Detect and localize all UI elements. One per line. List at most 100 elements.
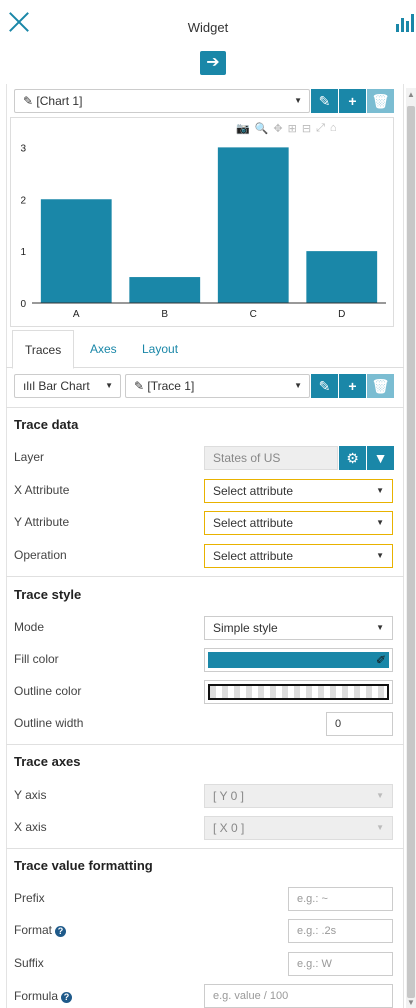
operation-select[interactable]: Select attribute ▼ xyxy=(204,544,393,568)
formula-label-text: Formula xyxy=(14,989,59,1003)
suffix-input[interactable]: e.g.: W xyxy=(288,952,393,976)
y-axis-label: Y axis xyxy=(14,788,47,802)
y-attribute-label: Y Attribute xyxy=(14,515,70,529)
delete-chart-button[interactable]: 🗑 xyxy=(367,89,394,113)
x-attribute-value: Select attribute xyxy=(213,484,294,498)
y-tick-label: 0 xyxy=(20,299,26,310)
bar xyxy=(129,277,201,303)
formula-label: Formula? xyxy=(14,989,73,1003)
page-title: Widget xyxy=(187,20,229,35)
plus-icon: + xyxy=(348,378,357,394)
tab-bar: Traces Axes Layout xyxy=(6,330,404,369)
trash-icon: 🗑 xyxy=(371,378,390,394)
tab-axes[interactable]: Axes xyxy=(78,330,129,368)
bar xyxy=(306,251,378,303)
delete-trace-button[interactable]: 🗑 xyxy=(367,374,394,398)
section-title-trace-style: Trace style xyxy=(14,587,82,602)
edit-trace-button[interactable]: ✎ xyxy=(311,374,338,398)
scroll-up-icon[interactable]: ▲ xyxy=(407,90,415,99)
bar-chart-icon[interactable] xyxy=(396,14,414,32)
format-label: Format? xyxy=(14,923,67,937)
x-tick-label: A xyxy=(73,309,80,320)
trace-type-value: Bar Chart xyxy=(38,379,90,393)
x-tick-label: B xyxy=(161,309,168,320)
add-trace-button[interactable]: + xyxy=(339,374,366,398)
mode-select[interactable]: Simple style ▼ xyxy=(204,616,393,640)
y-tick-label: 3 xyxy=(20,143,26,154)
outline-color-picker[interactable] xyxy=(204,680,393,704)
divider xyxy=(6,576,404,577)
pencil-icon: ✎ xyxy=(23,94,37,108)
pencil-icon: ✎ xyxy=(134,379,148,393)
fill-color-picker[interactable]: ✐ xyxy=(204,648,393,672)
bar-chart-icon: ılıl xyxy=(23,379,35,393)
bar-chart: 0 1 2 3 A B C D xyxy=(20,143,386,320)
chevron-down-icon: ▼ xyxy=(376,623,384,632)
x-attribute-select[interactable]: Select attribute ▼ xyxy=(204,479,393,503)
fill-color-swatch: ✐ xyxy=(208,652,389,668)
apply-arrow-button[interactable]: ➔ xyxy=(200,51,226,75)
layer-field: States of US xyxy=(204,446,338,470)
format-label-text: Format xyxy=(14,923,53,937)
divider xyxy=(6,848,404,849)
bar xyxy=(217,147,289,303)
pencil-icon: ✎ xyxy=(318,378,331,394)
y-attribute-select[interactable]: Select attribute ▼ xyxy=(204,511,393,535)
chevron-down-icon: ▼ xyxy=(294,96,302,105)
prefix-input[interactable]: e.g.: ~ xyxy=(288,887,393,911)
mode-label: Mode xyxy=(14,620,45,634)
operation-value: Select attribute xyxy=(213,549,294,563)
filter-icon: ▼ xyxy=(373,450,388,466)
section-title-trace-data: Trace data xyxy=(14,417,79,432)
chevron-down-icon: ▼ xyxy=(376,823,384,832)
y-axis-value: [ Y 0 ] xyxy=(213,789,244,803)
chevron-down-icon: ▼ xyxy=(105,381,113,390)
add-chart-button[interactable]: + xyxy=(339,89,366,113)
trash-icon: 🗑 xyxy=(371,93,390,109)
trace-type-select[interactable]: ılıl Bar Chart ▼ xyxy=(14,374,121,398)
outline-width-input[interactable]: 0 xyxy=(326,712,393,736)
outline-color-label: Outline color xyxy=(14,684,82,698)
scroll-down-icon[interactable]: ▼ xyxy=(407,998,415,1007)
section-title-formatting: Trace value formatting xyxy=(14,858,153,873)
layer-settings-button[interactable]: ⚙ xyxy=(339,446,366,470)
chevron-down-icon: ▼ xyxy=(376,486,384,495)
tab-layout[interactable]: Layout xyxy=(130,330,190,368)
chevron-down-icon: ▼ xyxy=(376,518,384,527)
layer-label: Layer xyxy=(14,450,45,464)
y-tick-label: 2 xyxy=(20,195,26,206)
eyedropper-icon: ✐ xyxy=(375,653,386,667)
trace-select[interactable]: ✎ [Trace 1] ▼ xyxy=(125,374,310,398)
help-icon[interactable]: ? xyxy=(55,926,67,937)
format-input[interactable]: e.g.: .2s xyxy=(288,919,393,943)
formula-input[interactable]: e.g. value / 100 xyxy=(204,984,393,1008)
x-tick-label: C xyxy=(250,309,257,320)
scrollbar-thumb[interactable] xyxy=(407,106,415,998)
suffix-label: Suffix xyxy=(14,956,44,970)
top-bar: Widget xyxy=(0,0,416,48)
pencil-icon: ✎ xyxy=(318,93,331,109)
chart-select[interactable]: ✎ [Chart 1] ▼ xyxy=(14,89,310,113)
tab-traces[interactable]: Traces xyxy=(12,330,75,369)
fill-color-label: Fill color xyxy=(14,652,59,666)
y-axis-select: [ Y 0 ] ▼ xyxy=(204,784,393,808)
trace-select-value: [Trace 1] xyxy=(147,379,195,393)
bar xyxy=(40,199,112,303)
divider xyxy=(6,744,404,745)
divider xyxy=(6,407,404,408)
x-axis-select: [ X 0 ] ▼ xyxy=(204,816,393,840)
help-icon[interactable]: ? xyxy=(61,992,73,1003)
chart-select-value: [Chart 1] xyxy=(36,94,83,108)
prefix-label: Prefix xyxy=(14,891,45,905)
gear-icon: ⚙ xyxy=(346,450,359,466)
operation-label: Operation xyxy=(14,548,67,562)
section-title-trace-axes: Trace axes xyxy=(14,754,81,769)
layer-filter-button[interactable]: ▼ xyxy=(367,446,394,470)
edit-chart-button[interactable]: ✎ xyxy=(311,89,338,113)
chevron-down-icon: ▼ xyxy=(294,381,302,390)
chevron-down-icon: ▼ xyxy=(376,551,384,560)
x-axis-label: X axis xyxy=(14,820,47,834)
x-tick-label: D xyxy=(338,309,345,320)
outline-width-label: Outline width xyxy=(14,716,84,730)
plus-icon: + xyxy=(348,93,357,109)
